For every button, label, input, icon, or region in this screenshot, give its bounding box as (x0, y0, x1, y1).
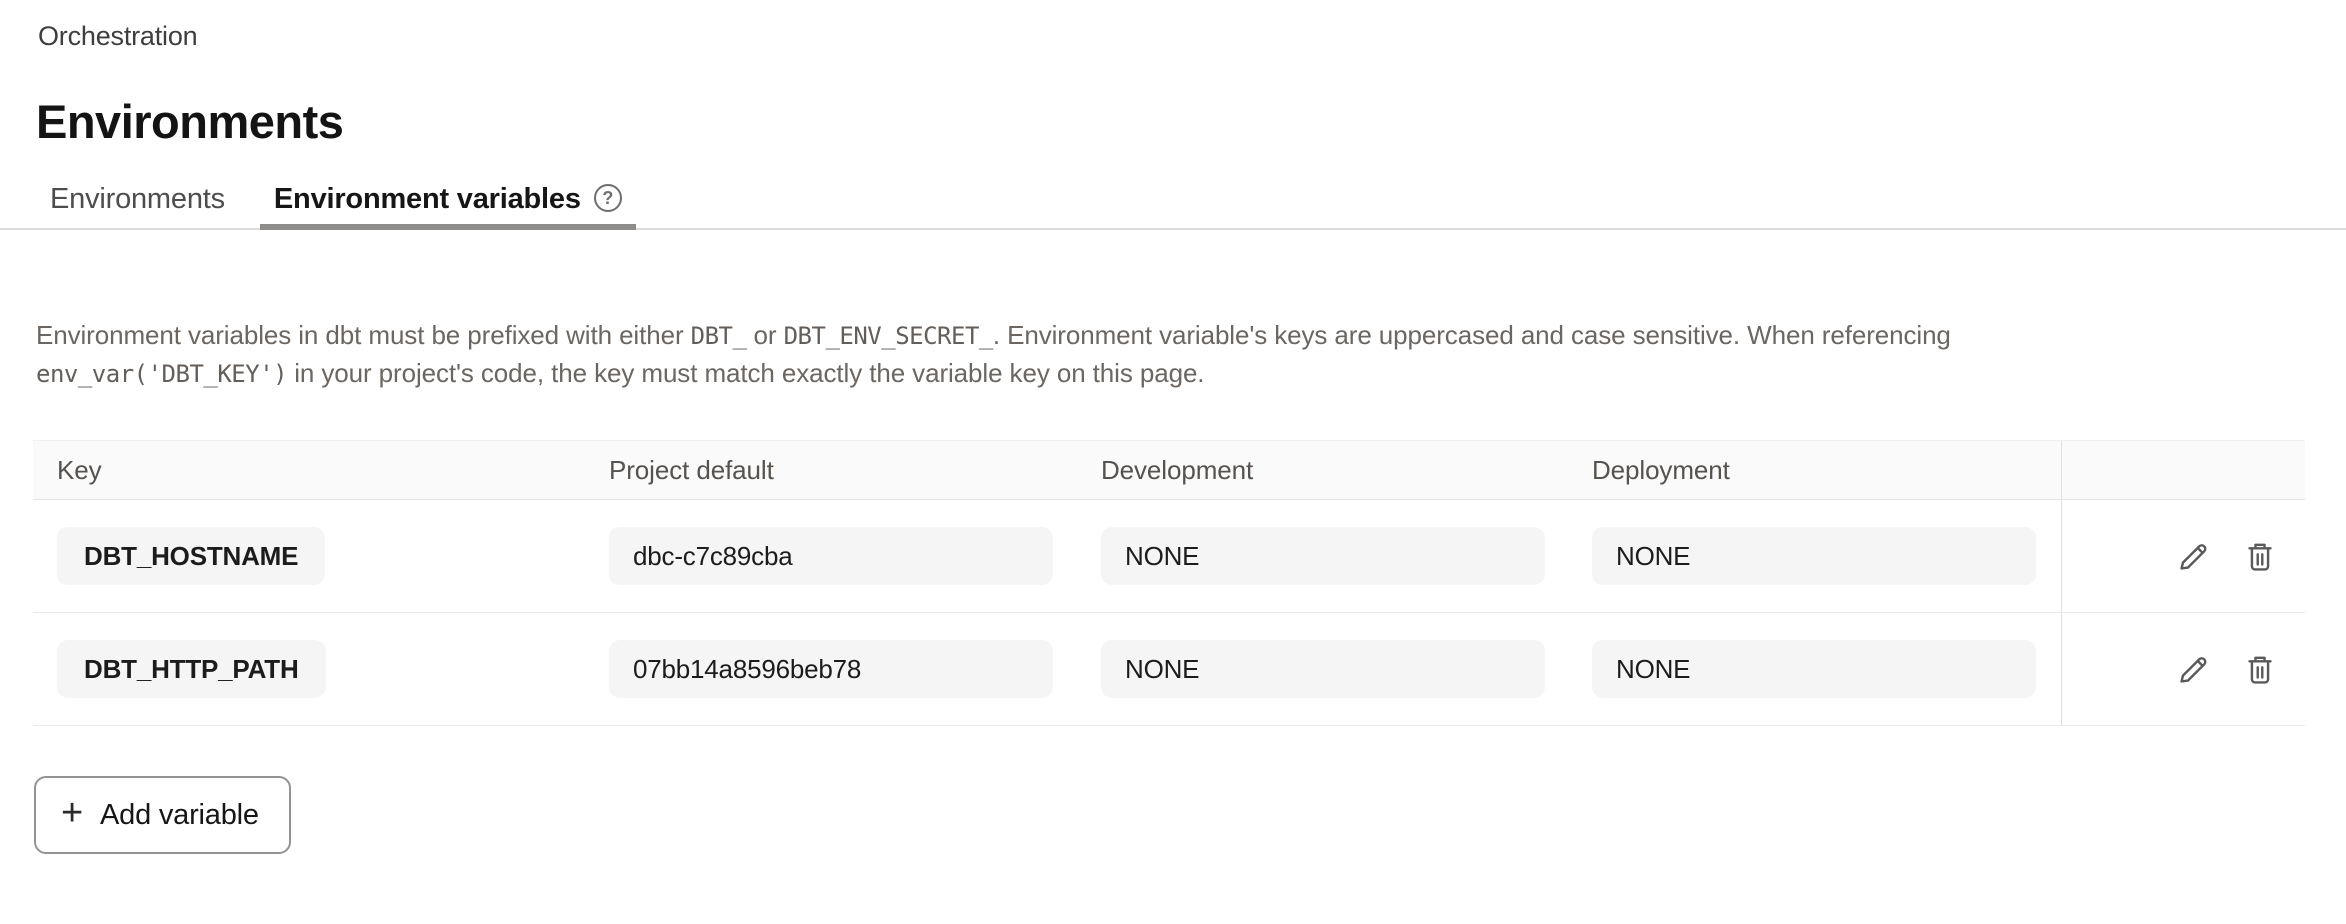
project-default-cell: dbc-c7c89cba (609, 527, 1101, 585)
page-title: Environments (36, 95, 2346, 148)
description-segment: or (746, 320, 783, 350)
edit-variable-button[interactable] (2176, 651, 2212, 687)
deployment-chip: NONE (1592, 640, 2036, 698)
trash-icon (2243, 539, 2277, 573)
delete-variable-button[interactable] (2242, 538, 2278, 574)
key-cell: DBT_HTTP_PATH (33, 640, 609, 698)
edit-variable-button[interactable] (2176, 538, 2212, 574)
deployment-chip: NONE (1592, 527, 2036, 585)
inline-code: DBT_ENV_SECRET_ (784, 322, 993, 350)
plus-icon: + (61, 794, 83, 832)
key-chip: DBT_HTTP_PATH (57, 640, 326, 698)
row-actions-cell (2061, 613, 2305, 725)
inline-code: env_var('DBT_KEY') (36, 360, 287, 388)
delete-variable-button[interactable] (2242, 651, 2278, 687)
column-header-development: Development (1101, 455, 1592, 486)
row-actions-cell (2061, 500, 2305, 612)
table-row: DBT_HOSTNAME dbc-c7c89cba NONE NONE (33, 500, 2305, 613)
development-chip: NONE (1101, 527, 1545, 585)
key-chip: DBT_HOSTNAME (57, 527, 325, 585)
description-text: Environment variables in dbt must be pre… (36, 317, 2136, 393)
development-chip: NONE (1101, 640, 1545, 698)
column-header-deployment: Deployment (1592, 455, 2061, 486)
tab-environment-variables-label: Environment variables (274, 184, 581, 215)
table-header-row: Key Project default Development Deployme… (33, 440, 2305, 500)
add-variable-button[interactable]: + Add variable (34, 776, 291, 854)
environment-variables-table: Key Project default Development Deployme… (33, 440, 2305, 726)
deployment-cell: NONE (1592, 527, 2061, 585)
table-row: DBT_HTTP_PATH 07bb14a8596beb78 NONE NONE (33, 613, 2305, 726)
project-default-cell: 07bb14a8596beb78 (609, 640, 1101, 698)
tab-bar: Environments Environment variables ? (0, 184, 2346, 230)
add-variable-label: Add variable (100, 799, 259, 832)
question-circle-icon[interactable]: ? (594, 184, 622, 212)
description-segment: Environment variables in dbt must be pre… (36, 320, 691, 350)
column-header-project-default: Project default (609, 455, 1101, 486)
pencil-icon (2177, 539, 2211, 573)
tab-environment-variables[interactable]: Environment variables ? (260, 184, 636, 228)
development-cell: NONE (1101, 527, 1592, 585)
pencil-icon (2177, 652, 2211, 686)
description-segment: in your project's code, the key must mat… (287, 358, 1204, 388)
tab-environments[interactable]: Environments (36, 184, 239, 228)
breadcrumb: Orchestration (38, 21, 2346, 51)
column-header-actions (2061, 441, 2305, 499)
column-header-key: Key (33, 455, 609, 486)
description-segment: . Environment variable's keys are upperc… (993, 320, 1951, 350)
project-default-chip: dbc-c7c89cba (609, 527, 1053, 585)
deployment-cell: NONE (1592, 640, 2061, 698)
tab-environments-label: Environments (50, 184, 225, 215)
trash-icon (2243, 652, 2277, 686)
inline-code: DBT_ (691, 322, 747, 350)
project-default-chip: 07bb14a8596beb78 (609, 640, 1053, 698)
development-cell: NONE (1101, 640, 1592, 698)
key-cell: DBT_HOSTNAME (33, 527, 609, 585)
environment-variables-page: Orchestration Environments Environments … (0, 0, 2346, 924)
